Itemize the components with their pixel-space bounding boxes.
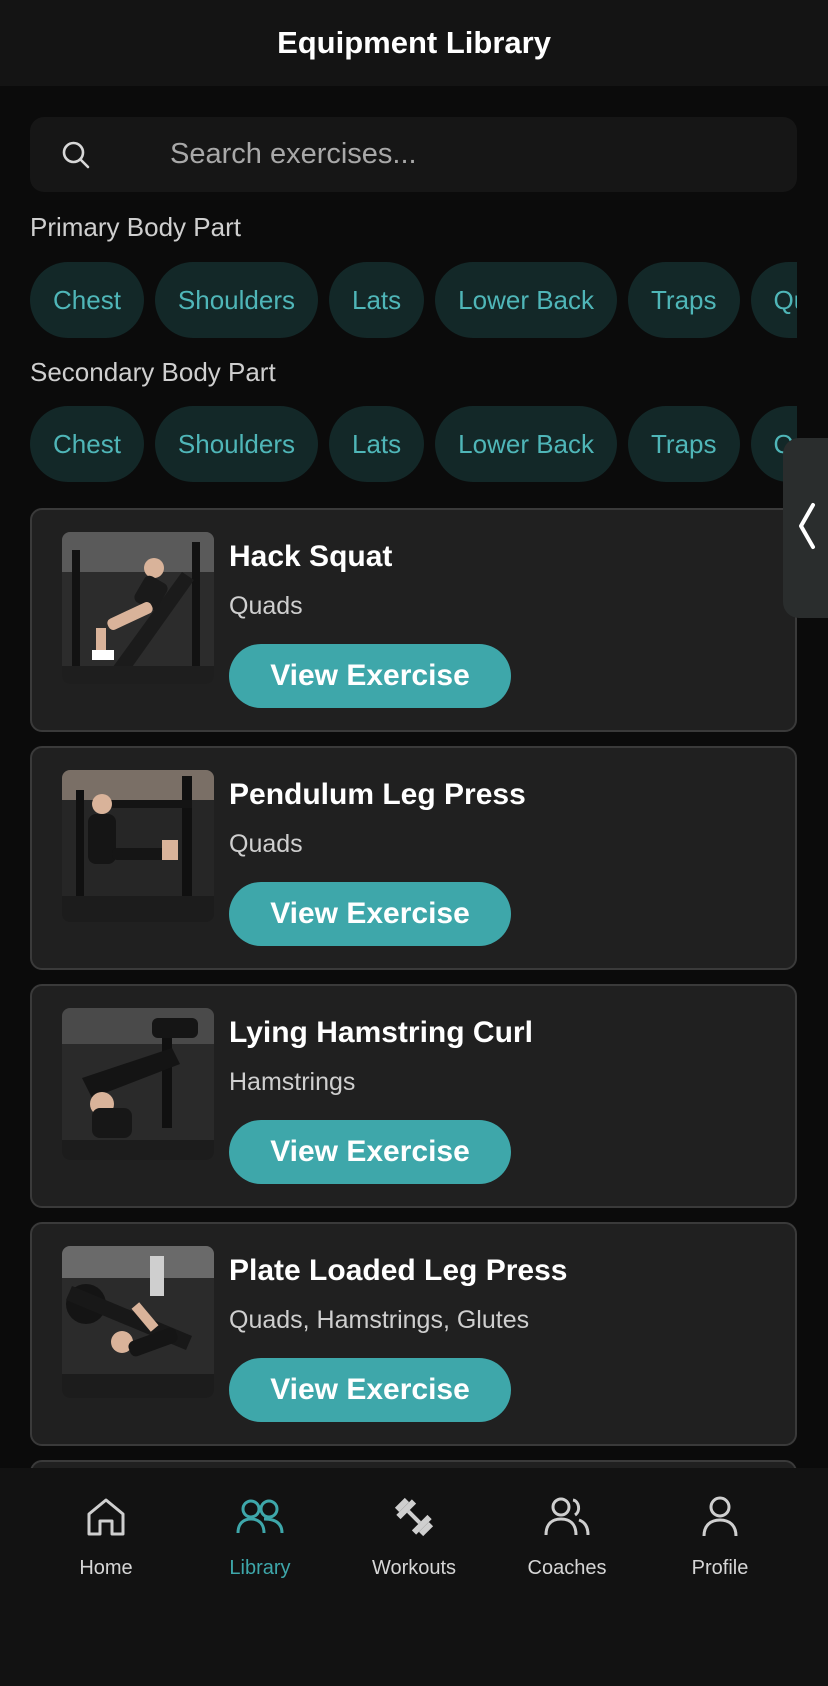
secondary-body-part-label: Secondary Body Part (30, 357, 276, 387)
nav-label: Home (79, 1557, 133, 1579)
bottom-nav: Home Library Workouts Coaches Profile (0, 1468, 828, 1686)
library-icon (234, 1491, 286, 1543)
chip-lower-back[interactable]: Lower Back (435, 262, 617, 338)
view-exercise-button[interactable]: View Exercise (229, 644, 511, 708)
view-exercise-button[interactable]: View Exercise (229, 882, 511, 946)
exercise-card: Plate Loaded Leg Press Quads, Hamstrings… (30, 1222, 797, 1446)
view-exercise-button[interactable]: View Exercise (229, 1358, 511, 1422)
primary-body-part-label: Primary Body Part (30, 212, 241, 242)
view-exercise-button[interactable]: View Exercise (229, 1120, 511, 1184)
search-icon (30, 117, 122, 192)
side-drawer-handle[interactable] (783, 438, 828, 618)
chip-shoulders[interactable]: Shoulders (154, 262, 318, 338)
coaches-icon (541, 1491, 593, 1543)
exercise-card: Hack Squat Quads View Exercise (30, 508, 797, 732)
chip-lats[interactable]: Lats (329, 406, 425, 482)
nav-label: Profile (691, 1557, 749, 1579)
exercise-card-partial (30, 1460, 797, 1468)
exercise-muscles: Quads, Hamstrings, Glutes (229, 1306, 530, 1334)
exercise-card: Lying Hamstring Curl Hamstrings View Exe… (30, 984, 797, 1208)
chip-quads[interactable]: Quads (750, 262, 797, 338)
profile-icon (694, 1491, 746, 1543)
chip-chest[interactable]: Chest (30, 406, 144, 482)
nav-coaches[interactable]: Coaches (492, 1488, 642, 1608)
nav-label: Coaches (527, 1557, 607, 1579)
nav-home[interactable]: Home (31, 1488, 181, 1608)
nav-label: Library (229, 1557, 291, 1579)
chip-lats[interactable]: Lats (329, 262, 425, 338)
exercise-muscles: Quads (229, 830, 303, 858)
chip-shoulders[interactable]: Shoulders (154, 406, 318, 482)
secondary-body-part-chips: Chest Shoulders Lats Lower Back Traps Qu… (30, 406, 797, 482)
page-title: Equipment Library (277, 25, 551, 60)
exercise-title: Pendulum Leg Press (229, 778, 526, 811)
exercise-list[interactable]: Hack Squat Quads View Exercise Pendulum … (30, 508, 797, 1468)
primary-body-part-chips: Chest Shoulders Lats Lower Back Traps Qu… (30, 262, 797, 338)
nav-library[interactable]: Library (185, 1488, 335, 1608)
search-input[interactable] (122, 117, 797, 192)
chip-traps[interactable]: Traps (628, 262, 740, 338)
exercise-thumbnail (62, 1008, 214, 1160)
app-header: Equipment Library (0, 0, 828, 86)
dumbbell-icon (388, 1491, 440, 1543)
search-bar[interactable] (30, 117, 797, 192)
chip-lower-back[interactable]: Lower Back (435, 406, 617, 482)
exercise-title: Hack Squat (229, 540, 393, 573)
exercise-muscles: Hamstrings (229, 1068, 356, 1096)
exercise-title: Lying Hamstring Curl (229, 1016, 533, 1049)
chevron-left-icon (795, 501, 819, 556)
exercise-thumbnail (62, 532, 214, 684)
exercise-thumbnail (62, 1246, 214, 1398)
home-icon (80, 1491, 132, 1543)
nav-workouts[interactable]: Workouts (339, 1488, 489, 1608)
exercise-thumbnail (62, 770, 214, 922)
chip-chest[interactable]: Chest (30, 262, 144, 338)
exercise-title: Plate Loaded Leg Press (229, 1254, 568, 1287)
nav-label: Workouts (371, 1557, 457, 1579)
exercise-card: Pendulum Leg Press Quads View Exercise (30, 746, 797, 970)
chip-traps[interactable]: Traps (628, 406, 740, 482)
nav-profile[interactable]: Profile (645, 1488, 795, 1608)
exercise-muscles: Quads (229, 592, 303, 620)
